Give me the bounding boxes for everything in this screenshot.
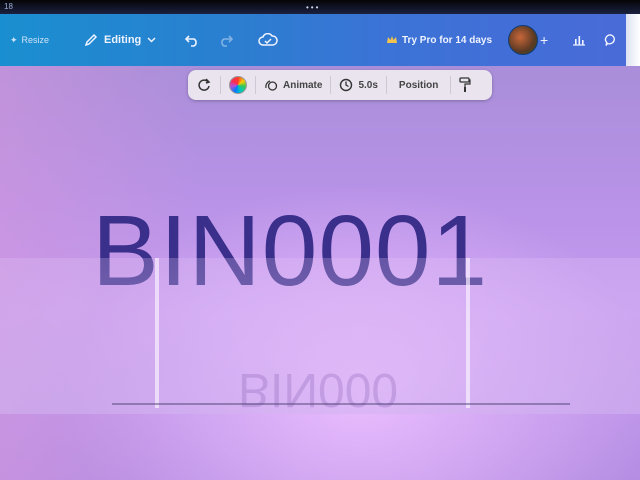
position-label: Position <box>398 79 439 91</box>
replace-button[interactable] <box>188 70 220 100</box>
reflection-text: BIN000 <box>238 363 399 416</box>
redo-button[interactable] <box>218 14 234 66</box>
copy-style-button[interactable] <box>451 70 479 100</box>
undo-button[interactable] <box>184 14 200 66</box>
element-context-toolbar: Animate 5.0s Position <box>188 70 492 100</box>
editing-menu-button[interactable]: Editing <box>84 14 156 66</box>
try-pro-button[interactable]: Try Pro for 14 days <box>386 14 492 66</box>
add-collaborator-button[interactable]: + <box>540 14 548 66</box>
clock-icon <box>339 78 353 92</box>
paint-roller-icon <box>459 77 471 93</box>
editing-label: Editing <box>104 34 142 46</box>
comment-icon <box>604 33 618 47</box>
page-thumbnail-edge[interactable] <box>626 14 640 66</box>
home-indicator[interactable] <box>112 403 570 405</box>
cloud-sync-button[interactable] <box>258 14 278 66</box>
avatar <box>508 25 538 55</box>
animate-label: Animate <box>283 79 323 91</box>
duration-label: 5.0s <box>358 79 378 91</box>
reflection-line <box>155 258 159 408</box>
animate-button[interactable]: Animate <box>256 70 330 100</box>
resize-label: Resize <box>21 35 50 45</box>
pencil-icon <box>84 33 98 47</box>
plus-icon: + <box>540 32 549 48</box>
cloud-sync-icon <box>258 33 278 47</box>
device-bezel: 18 ••• <box>0 0 640 14</box>
replace-icon <box>196 77 212 93</box>
duration-button[interactable]: 5.0s <box>331 70 385 100</box>
insights-button[interactable] <box>572 14 586 66</box>
color-button[interactable] <box>221 70 255 100</box>
stats-icon <box>572 34 586 46</box>
user-avatar-button[interactable] <box>508 14 538 66</box>
redo-icon <box>218 33 234 47</box>
animate-icon <box>264 78 278 92</box>
reflection-line <box>466 258 470 408</box>
resize-icon: ✦ <box>10 34 18 45</box>
resize-button[interactable]: ✦ Resize <box>10 14 49 66</box>
comment-button[interactable] <box>604 14 618 66</box>
window-grabber[interactable]: ••• <box>306 3 320 12</box>
color-wheel-icon <box>229 76 247 94</box>
position-button[interactable]: Position <box>387 70 450 100</box>
undo-icon <box>184 33 200 47</box>
try-pro-label: Try Pro for 14 days <box>402 34 493 46</box>
top-toolbar: ✦ Resize Editing Try Pro for 14 days + <box>0 14 640 66</box>
status-time: 18 <box>4 2 13 11</box>
chevron-down-icon <box>147 37 156 43</box>
crown-icon <box>386 35 398 45</box>
